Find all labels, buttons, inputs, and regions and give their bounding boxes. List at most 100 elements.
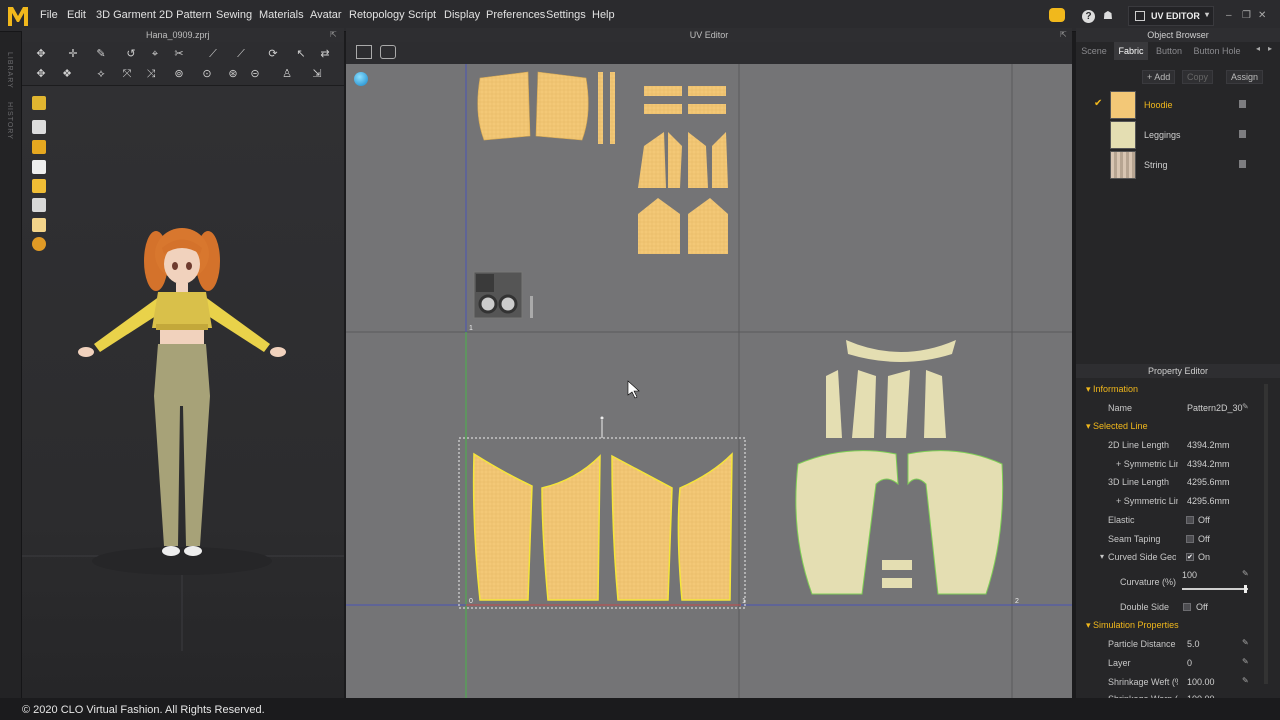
lock-icon[interactable] — [1239, 130, 1246, 138]
tab-fabric[interactable]: Fabric — [1114, 42, 1148, 60]
sym-2d-line-label: + Symmetric Line Length — [1116, 459, 1178, 469]
segment-sew-icon[interactable]: ⤨ — [144, 68, 158, 80]
edit-icon[interactable]: ✎ — [1242, 403, 1250, 411]
panel-expand-icon[interactable]: ⇱ — [330, 30, 337, 39]
rotate-icon[interactable]: ⟳ — [266, 48, 280, 60]
sym-2d-line-value: 4394.2mm — [1187, 459, 1230, 469]
tab-button-hole[interactable]: Button Hole — [1190, 42, 1244, 60]
section-simulation[interactable]: ▾ Simulation Properties — [1086, 620, 1179, 631]
menu-3d-garment[interactable]: 3D Garment — [96, 9, 156, 21]
fabric-item-hoodie[interactable]: ✔ Hoodie — [1086, 90, 1276, 120]
menu-2d-pattern[interactable]: 2D Pattern — [159, 9, 212, 21]
tack-icon[interactable]: ✂ — [172, 48, 186, 60]
double-side-checkbox[interactable] — [1183, 603, 1191, 611]
curved-side-checkbox[interactable]: ✔ — [1186, 553, 1194, 561]
leggings-patterns[interactable] — [795, 340, 1004, 595]
camera-icon[interactable] — [380, 45, 396, 59]
curvature-value[interactable]: 100 — [1182, 570, 1197, 580]
fabric-item-leggings[interactable]: Leggings — [1086, 120, 1276, 150]
button-tool-icon[interactable]: ⊚ — [172, 68, 186, 80]
edit-icon[interactable]: ✎ — [1242, 677, 1250, 685]
particle-distance-value[interactable]: 5.0 — [1187, 639, 1200, 649]
hoodie-front-pattern[interactable] — [477, 71, 728, 254]
select-move-icon[interactable]: ✥ — [34, 48, 48, 60]
help-icon[interactable]: ? — [1082, 10, 1095, 23]
close-button[interactable]: ✕ — [1258, 10, 1266, 21]
menu-materials[interactable]: Materials — [259, 9, 304, 21]
lock-icon[interactable] — [1239, 160, 1246, 168]
slider-handle[interactable] — [1244, 585, 1247, 593]
copy-fabric-button[interactable]: Copy — [1182, 70, 1214, 84]
restore-button[interactable]: ❐ — [1242, 10, 1251, 21]
scrollbar[interactable] — [1264, 384, 1268, 684]
buttonhole-icon[interactable]: ⊛ — [226, 68, 240, 80]
snapshot-icon[interactable] — [356, 45, 372, 59]
menu-edit[interactable]: Edit — [67, 9, 86, 21]
leggings-selected-patterns[interactable] — [458, 416, 746, 609]
3d-scene[interactable] — [22, 86, 344, 698]
elastic-checkbox[interactable] — [1186, 516, 1194, 524]
fold-arrangement-icon[interactable]: ↺ — [124, 48, 138, 60]
arrow-tool-icon[interactable]: ↖ — [294, 48, 308, 60]
minimize-button[interactable]: – — [1226, 10, 1232, 21]
uv-toolbar — [346, 42, 1072, 64]
add-fabric-button[interactable]: + Add — [1142, 70, 1176, 84]
tab-scene[interactable]: Scene — [1076, 42, 1112, 60]
pin-icon[interactable]: ⌖ — [148, 48, 162, 60]
pose-icon[interactable]: ⇲ — [310, 68, 324, 80]
measure-icon[interactable]: ⟋ — [206, 48, 220, 60]
menu-settings[interactable]: Settings — [546, 9, 586, 21]
panel-expand-icon[interactable]: ⇱ — [1060, 30, 1067, 39]
edit-icon[interactable]: ✎ — [1242, 658, 1250, 666]
edit-curve-icon[interactable]: ⟡ — [94, 68, 108, 80]
mode-selector[interactable]: UV EDITOR ▾ — [1128, 6, 1214, 26]
topstitch-icon[interactable]: ⊝ — [248, 68, 262, 80]
transform-icon[interactable]: ✛ — [66, 48, 80, 60]
layer-label: Layer — [1108, 658, 1131, 668]
section-selected-line[interactable]: ▾ Selected Line — [1086, 421, 1148, 432]
avatar-model[interactable] — [22, 86, 344, 698]
menu-avatar[interactable]: Avatar — [310, 9, 342, 21]
object-browser-title: Object Browser — [1076, 28, 1280, 42]
curvature-slider[interactable] — [1182, 588, 1248, 590]
select-mesh-icon[interactable]: ❖ — [60, 68, 74, 80]
edit-icon[interactable]: ✎ — [1242, 570, 1250, 578]
uv-sphere-icon[interactable] — [354, 72, 368, 86]
chevron-down-icon[interactable]: ▾ — [1100, 552, 1104, 561]
chevron-left-icon[interactable]: ◂ — [1256, 44, 1260, 53]
history-tab[interactable]: HISTORY — [6, 102, 13, 140]
notification-icon[interactable] — [1049, 8, 1065, 22]
menu-retopology[interactable]: Retopology — [349, 9, 405, 21]
string-pattern[interactable] — [473, 271, 533, 319]
menu-help[interactable]: Help — [592, 9, 615, 21]
section-information[interactable]: ▾ Information — [1086, 384, 1138, 395]
chevron-right-icon[interactable]: ▸ — [1268, 44, 1272, 53]
tab-button[interactable]: Button — [1150, 42, 1188, 60]
avatar-measure-icon[interactable]: ⇄ — [318, 48, 332, 60]
menu-sewing[interactable]: Sewing — [216, 9, 252, 21]
app-logo-icon[interactable] — [6, 4, 30, 28]
lock-icon[interactable] — [1239, 100, 1246, 108]
mannequin-icon[interactable]: ♙ — [280, 68, 294, 80]
community-icon[interactable]: ☗ — [1103, 10, 1117, 22]
menu-preferences[interactable]: Preferences — [486, 9, 545, 21]
move-point-icon[interactable]: ✥ — [34, 68, 48, 80]
name-value[interactable]: Pattern2D_30 — [1187, 403, 1243, 413]
zipper-icon[interactable]: ⊙ — [200, 68, 214, 80]
menu-script[interactable]: Script — [408, 9, 436, 21]
menu-file[interactable]: File — [40, 9, 58, 21]
sew-icon[interactable]: ⤧ — [120, 68, 134, 80]
brush-icon[interactable]: ✎ — [94, 48, 108, 60]
uv-canvas[interactable]: 1 0 1 2 — [346, 64, 1072, 698]
edit-icon[interactable]: ✎ — [1242, 639, 1250, 647]
fold-icon[interactable]: ⟋ — [234, 48, 248, 60]
shrinkage-weft-value[interactable]: 100.00 — [1187, 677, 1215, 687]
library-tab[interactable]: LIBRARY — [6, 52, 13, 89]
assign-fabric-button[interactable]: Assign — [1226, 70, 1264, 84]
seam-taping-checkbox[interactable] — [1186, 535, 1194, 543]
right-panel: Object Browser Scene Fabric Button Butto… — [1076, 28, 1280, 698]
fabric-item-string[interactable]: String — [1086, 150, 1276, 180]
layer-value[interactable]: 0 — [1187, 658, 1192, 668]
menu-display[interactable]: Display — [444, 9, 480, 21]
3d-line-length-value: 4295.6mm — [1187, 477, 1230, 487]
